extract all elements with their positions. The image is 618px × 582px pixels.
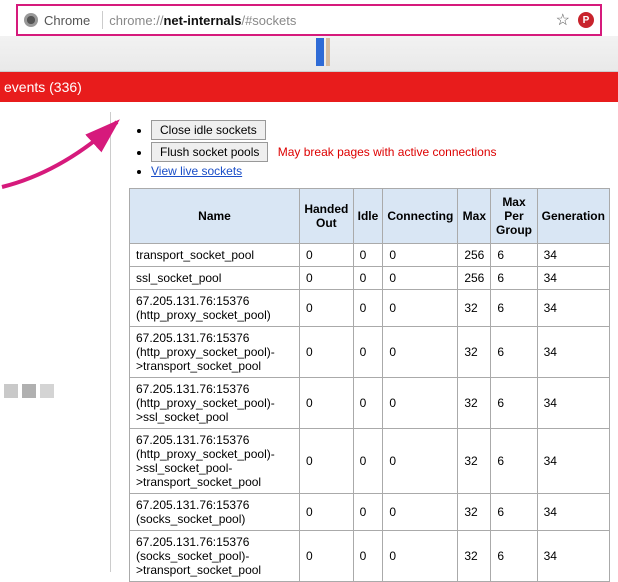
value-cell: 0 [300,494,354,531]
value-cell: 6 [491,327,537,378]
table-row: 67.205.131.76:15376 (http_proxy_socket_p… [130,290,610,327]
value-cell: 32 [458,429,491,494]
column-header: Max Per Group [491,189,537,244]
value-cell: 6 [491,429,537,494]
events-tab[interactable]: events (336) [4,79,82,95]
name-cell: 67.205.131.76:15376 (http_proxy_socket_p… [130,327,300,378]
table-row: 67.205.131.76:15376 (socks_socket_pool)0… [130,494,610,531]
main-content: Close idle sockets Flush socket pools Ma… [110,112,610,572]
url-text[interactable]: chrome://net-internals/#sockets [109,13,547,28]
list-item: View live sockets [151,164,610,178]
list-item: Flush socket pools May break pages with … [151,142,610,162]
value-cell: 0 [383,267,458,290]
toolbar-marker [316,38,324,66]
value-cell: 0 [300,531,354,582]
close-idle-sockets-button[interactable]: Close idle sockets [151,120,266,140]
flush-warning: May break pages with active connections [278,145,497,159]
value-cell: 32 [458,290,491,327]
value-cell: 32 [458,531,491,582]
column-header: Name [130,189,300,244]
bookmark-star-icon[interactable]: ☆ [556,10,570,30]
value-cell: 6 [491,494,537,531]
value-cell: 256 [458,267,491,290]
value-cell: 34 [537,531,609,582]
value-cell: 34 [537,327,609,378]
value-cell: 34 [537,494,609,531]
value-cell: 0 [300,290,354,327]
flush-socket-pools-button[interactable]: Flush socket pools [151,142,268,162]
table-row: 67.205.131.76:15376 (http_proxy_socket_p… [130,429,610,494]
value-cell: 32 [458,494,491,531]
column-header: Connecting [383,189,458,244]
name-cell: 67.205.131.76:15376 (http_proxy_socket_p… [130,429,300,494]
socket-pools-table: NameHanded OutIdleConnectingMaxMax Per G… [129,188,610,582]
chrome-icon [24,13,38,27]
address-bar[interactable]: Chrome chrome://net-internals/#sockets ☆… [16,4,602,36]
url-scheme: chrome:// [109,13,163,28]
view-live-sockets-link[interactable]: View live sockets [151,164,242,178]
value-cell: 34 [537,290,609,327]
name-cell: 67.205.131.76:15376 (socks_socket_pool) [130,494,300,531]
value-cell: 34 [537,429,609,494]
value-cell: 6 [491,531,537,582]
value-cell: 0 [300,429,354,494]
url-host: net-internals [163,13,241,28]
name-cell: transport_socket_pool [130,244,300,267]
value-cell: 6 [491,378,537,429]
column-header: Max [458,189,491,244]
value-cell: 256 [458,244,491,267]
divider [102,11,103,29]
name-cell: 67.205.131.76:15376 (http_proxy_socket_p… [130,378,300,429]
table-row: 67.205.131.76:15376 (http_proxy_socket_p… [130,327,610,378]
section-header: events (336) [0,72,618,102]
value-cell: 0 [300,267,354,290]
value-cell: 34 [537,244,609,267]
toolbar-marker [326,38,330,66]
action-list: Close idle sockets Flush socket pools Ma… [129,120,610,178]
value-cell: 0 [353,378,383,429]
list-item: Close idle sockets [151,120,610,140]
name-cell: ssl_socket_pool [130,267,300,290]
table-row: 67.205.131.76:15376 (http_proxy_socket_p… [130,378,610,429]
decorative-blocks [4,384,54,398]
value-cell: 0 [300,327,354,378]
value-cell: 0 [383,494,458,531]
value-cell: 6 [491,267,537,290]
pinterest-icon[interactable]: P [578,12,594,28]
value-cell: 32 [458,378,491,429]
column-header: Handed Out [300,189,354,244]
value-cell: 32 [458,327,491,378]
value-cell: 6 [491,290,537,327]
url-path: /#sockets [241,13,296,28]
value-cell: 0 [383,327,458,378]
column-header: Idle [353,189,383,244]
table-row: transport_socket_pool000256634 [130,244,610,267]
value-cell: 0 [383,290,458,327]
value-cell: 0 [383,378,458,429]
value-cell: 0 [383,429,458,494]
name-cell: 67.205.131.76:15376 (socks_socket_pool)-… [130,531,300,582]
value-cell: 0 [300,378,354,429]
toolbar [0,36,618,72]
value-cell: 34 [537,267,609,290]
value-cell: 0 [383,244,458,267]
value-cell: 0 [353,327,383,378]
value-cell: 0 [300,244,354,267]
table-row: ssl_socket_pool000256634 [130,267,610,290]
value-cell: 6 [491,244,537,267]
value-cell: 0 [353,267,383,290]
value-cell: 34 [537,378,609,429]
value-cell: 0 [353,429,383,494]
value-cell: 0 [383,531,458,582]
value-cell: 0 [353,531,383,582]
site-label: Chrome [44,13,90,28]
table-row: 67.205.131.76:15376 (socks_socket_pool)-… [130,531,610,582]
column-header: Generation [537,189,609,244]
value-cell: 0 [353,290,383,327]
value-cell: 0 [353,244,383,267]
value-cell: 0 [353,494,383,531]
name-cell: 67.205.131.76:15376 (http_proxy_socket_p… [130,290,300,327]
